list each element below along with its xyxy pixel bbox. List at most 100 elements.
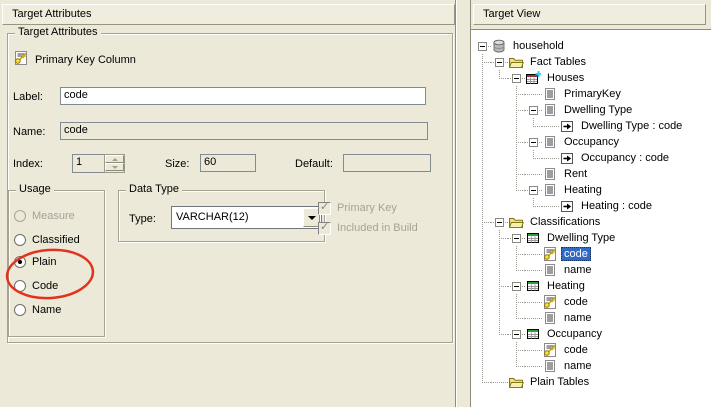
tree-expander-minus[interactable]	[495, 58, 504, 67]
tree-node-name[interactable]: name	[474, 358, 685, 374]
tree-node-label[interactable]: Heating : code	[578, 199, 655, 213]
radio-button-icon	[14, 210, 26, 222]
tree-guide-line	[491, 134, 508, 150]
tree-connector	[474, 374, 491, 390]
tree-guide-line	[474, 342, 491, 358]
tree-node-label[interactable]: name	[561, 359, 595, 373]
tree-node-occupancy[interactable]: Occupancy	[474, 326, 685, 342]
data-type-group-title: Data Type	[126, 183, 182, 195]
key-column-icon	[542, 294, 558, 310]
tree-node-name[interactable]: name	[474, 262, 685, 278]
tree-node-heating[interactable]: Heating	[474, 278, 685, 294]
tree-node-name[interactable]: name	[474, 310, 685, 326]
tree-node-label[interactable]: PrimaryKey	[561, 87, 624, 101]
tree-node-heating-code[interactable]: Heating : code	[474, 198, 685, 214]
data-type-group: Data Type Type: VARCHAR(12)	[118, 190, 325, 242]
minus-icon	[497, 222, 502, 223]
index-spinner-down-button	[105, 163, 124, 171]
tree-node-label[interactable]: household	[510, 39, 567, 53]
tree-expander-minus[interactable]	[529, 138, 538, 147]
tree-node-label[interactable]: name	[561, 263, 595, 277]
tree-node-label[interactable]: Occupancy	[544, 327, 605, 341]
radio-label: Measure	[32, 210, 75, 222]
tree-node-dwelling-type[interactable]: Dwelling Type	[474, 102, 685, 118]
tree-expander-cell	[525, 102, 542, 118]
left-panel-header: Target Attributes	[2, 4, 455, 25]
tree-node-houses[interactable]: Houses	[474, 70, 685, 86]
tree-node-label[interactable]: Plain Tables	[527, 375, 592, 389]
label-input[interactable]: code	[60, 87, 426, 105]
tree-node-occupancy-code[interactable]: Occupancy : code	[474, 150, 685, 166]
tree-expander-cell	[525, 262, 542, 278]
tree-node-household[interactable]: household	[474, 38, 685, 54]
tree-expander-minus[interactable]	[478, 42, 487, 51]
tree-guide-line	[491, 118, 508, 134]
tree-node-primarykey[interactable]: PrimaryKey	[474, 86, 685, 102]
tree-expander-minus[interactable]	[512, 234, 521, 243]
folder-icon	[508, 374, 524, 390]
tree-expander-minus[interactable]	[512, 330, 521, 339]
tree-node-label[interactable]: Heating	[561, 183, 605, 197]
tree-guide-line	[474, 310, 491, 326]
tree-node-label[interactable]: code	[561, 343, 591, 357]
tree-node-label[interactable]: Occupancy : code	[578, 151, 672, 165]
tree-node-code[interactable]: code	[474, 342, 685, 358]
tree-guide-line	[491, 358, 508, 374]
index-input: 1	[72, 154, 105, 173]
tree-node-label[interactable]: Heating	[544, 279, 588, 293]
tree-expander-minus[interactable]	[529, 186, 538, 195]
tree-node-label[interactable]: Classifications	[527, 215, 603, 229]
tree-guide-line	[474, 278, 491, 294]
column-icon	[542, 262, 558, 278]
tree-guide-line	[474, 86, 491, 102]
tree-node-label[interactable]: Occupancy	[561, 135, 622, 149]
minus-icon	[514, 238, 519, 239]
tree-connector	[491, 230, 508, 246]
checkbox-icon: ✓	[318, 202, 331, 215]
tree-node-fact-tables[interactable]: Fact Tables	[474, 54, 685, 70]
tree-node-label[interactable]: code	[561, 295, 591, 309]
tree-node-code[interactable]: code	[474, 294, 685, 310]
tree-node-classifications[interactable]: Classifications	[474, 214, 685, 230]
tree-expander-minus[interactable]	[512, 282, 521, 291]
tree-expander-cell	[491, 374, 508, 390]
tree-connector	[508, 294, 525, 310]
tree-node-label[interactable]: Rent	[561, 167, 590, 181]
tree-connector	[508, 342, 525, 358]
tree-connector	[491, 278, 508, 294]
tree-expander-cell	[542, 198, 559, 214]
type-dropdown[interactable]: VARCHAR(12)	[171, 206, 322, 229]
spinner-down-icon	[112, 166, 118, 172]
tree-node-label[interactable]: Fact Tables	[527, 55, 589, 69]
column-icon	[542, 358, 558, 374]
tree-node-label[interactable]: Dwelling Type : code	[578, 119, 685, 133]
tree-expander-minus[interactable]	[495, 218, 504, 227]
tree-expander-minus[interactable]	[529, 106, 538, 115]
tree-expander-minus[interactable]	[512, 74, 521, 83]
tree-node-dwelling-type[interactable]: Dwelling Type	[474, 230, 685, 246]
tree-connector	[525, 198, 542, 214]
tree-node-occupancy[interactable]: Occupancy	[474, 134, 685, 150]
tree-node-rent[interactable]: Rent	[474, 166, 685, 182]
checkbox-label: Primary Key	[337, 202, 397, 214]
tree-node-dwelling-type-code[interactable]: Dwelling Type : code	[474, 118, 685, 134]
tree-node-label[interactable]: code	[561, 247, 591, 261]
tree-connector	[474, 214, 491, 230]
primary-key-icon	[13, 50, 29, 66]
tree-node-heating[interactable]: Heating	[474, 182, 685, 198]
tree-node-code[interactable]: code	[474, 246, 685, 262]
tree-connector	[508, 310, 525, 326]
tree-expander-cell	[474, 38, 491, 54]
attribute-type-subtitle: Primary Key Column	[35, 54, 136, 66]
size-field-label: Size:	[165, 158, 189, 170]
application-window: Target Attributes Target Attributes Prim…	[0, 0, 711, 407]
target-view-tree[interactable]: household Fact Tables Houses PrimaryKey Dwel…	[471, 29, 711, 407]
tree-node-label[interactable]: Houses	[544, 71, 587, 85]
tree-guide-line	[474, 134, 491, 150]
tree-node-label[interactable]: Dwelling Type	[561, 103, 635, 117]
tree-node-label[interactable]: name	[561, 311, 595, 325]
tree-expander-cell	[508, 70, 525, 86]
tree-node-plain-tables[interactable]: Plain Tables	[474, 374, 685, 390]
tree-node-label[interactable]: Dwelling Type	[544, 231, 618, 245]
tree-expander-cell	[525, 166, 542, 182]
